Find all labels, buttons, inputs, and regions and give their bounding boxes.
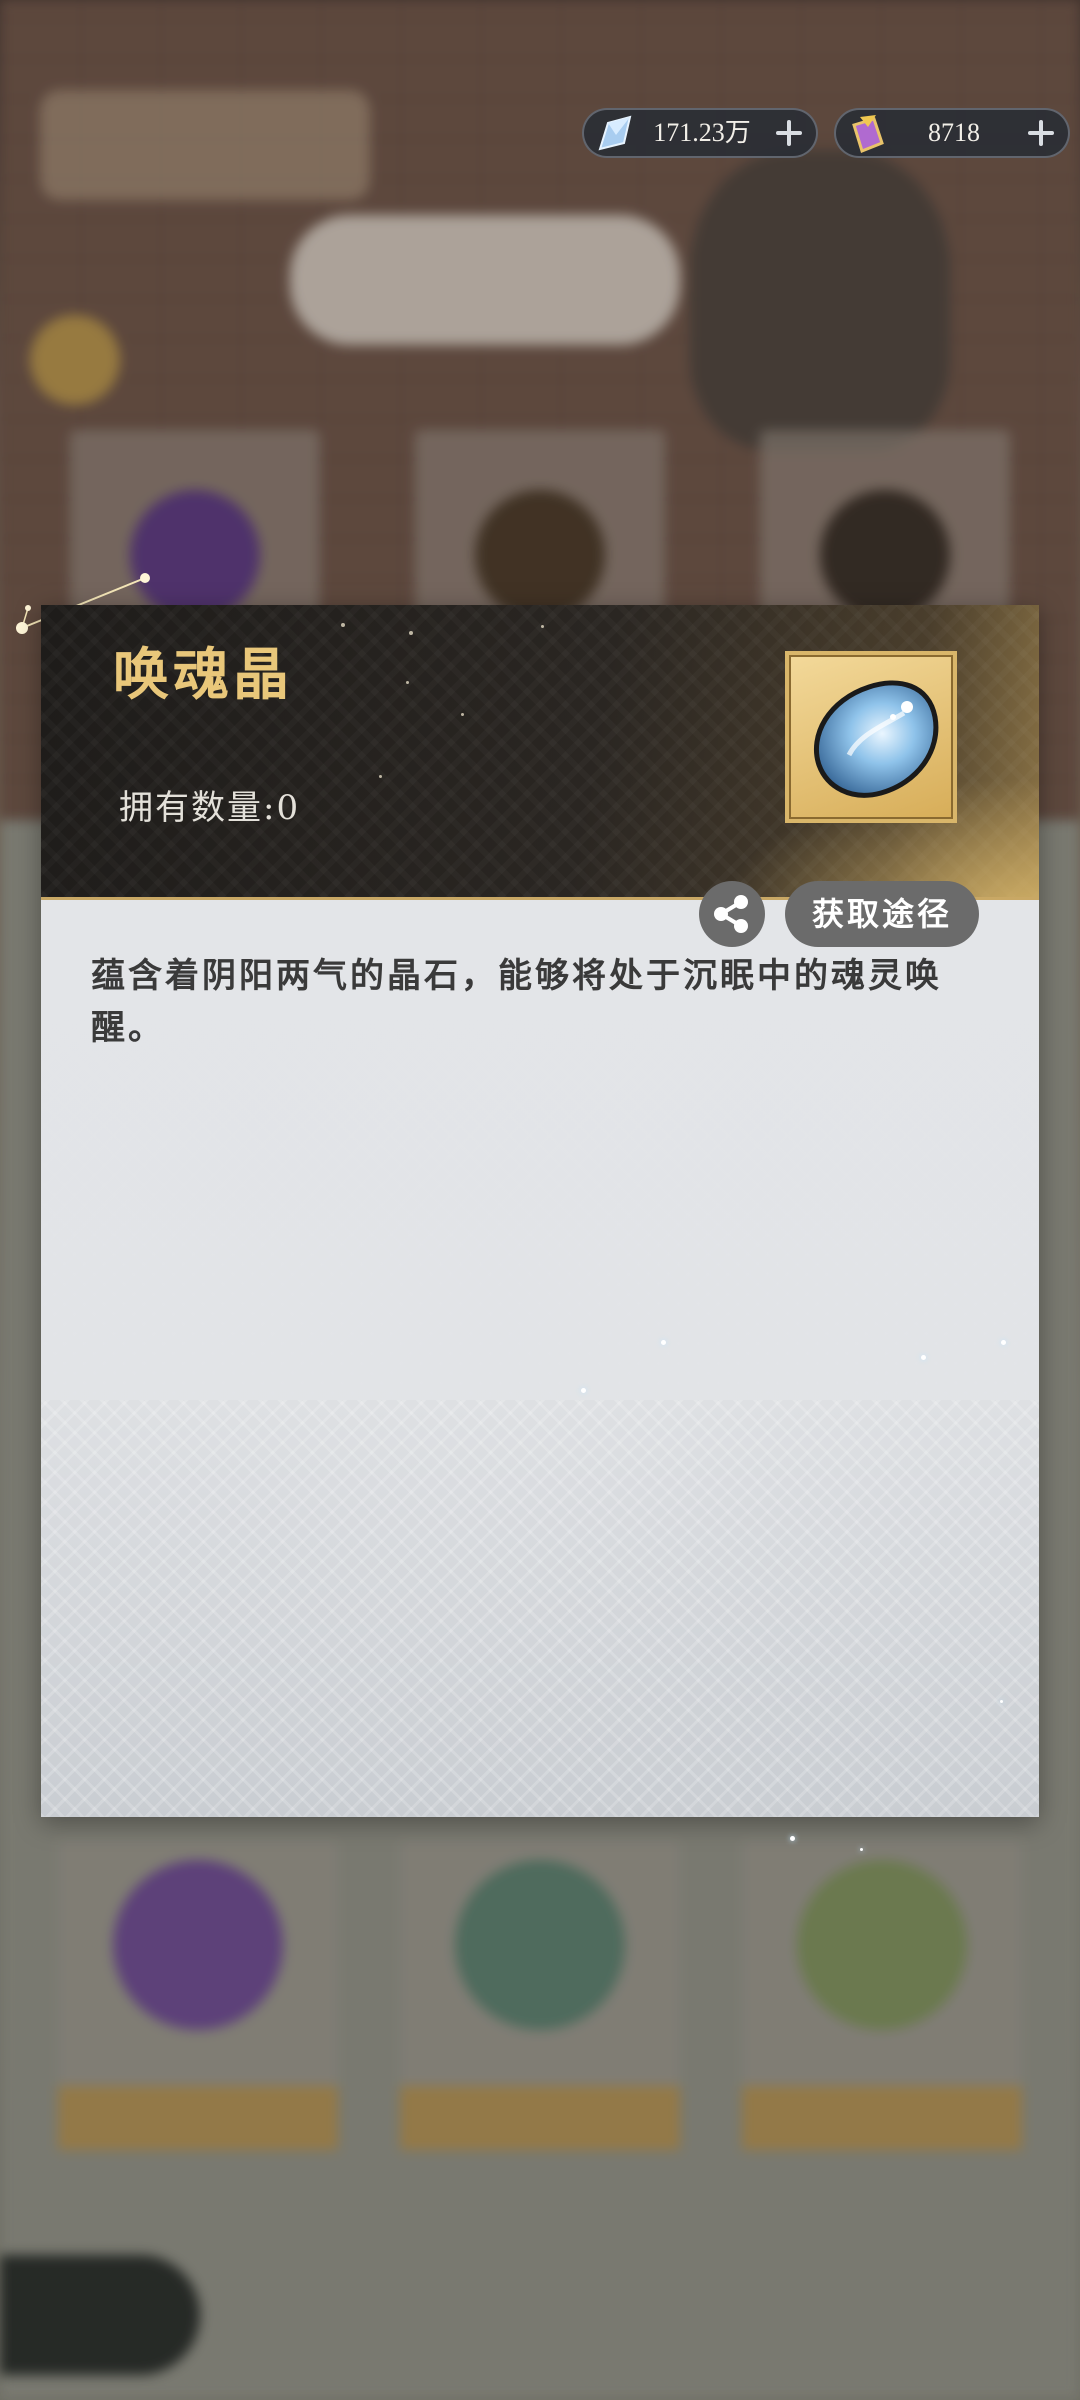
- owned-quantity: 拥有数量:0: [119, 788, 301, 828]
- jade-crystal-icon: [598, 115, 632, 151]
- jade-amount: 171.23万: [653, 118, 751, 147]
- gem-amount: 8718: [928, 118, 980, 147]
- add-jade-button[interactable]: [774, 118, 804, 148]
- sparkle-decoration: [790, 1836, 795, 1841]
- star-decoration: [406, 681, 409, 684]
- sparkle-decoration: [860, 1848, 863, 1851]
- item-info-panel: 唤魂晶 拥有数量:0 蕴含着阴阳两气的晶石，能够将处于沉眠中的魂灵唤醒。 获取途…: [41, 605, 1039, 1817]
- add-gem-button[interactable]: [1026, 118, 1056, 148]
- jade-currency-counter: 171.23万: [582, 108, 818, 158]
- share-button[interactable]: [699, 881, 765, 947]
- star-decoration: [409, 631, 413, 635]
- item-description: 蕴含着阴阳两气的晶石，能够将处于沉眠中的魂灵唤醒。: [91, 956, 942, 1048]
- star-decoration: [461, 713, 464, 716]
- soul-crystal-icon: [813, 680, 939, 798]
- gem-currency-counter: 8718: [834, 108, 1070, 158]
- item-panel-header: 唤魂晶 拥有数量:0: [41, 605, 1039, 900]
- sparkle-decoration: [921, 1355, 926, 1360]
- item-icon-frame: [785, 651, 957, 823]
- acquisition-source-button[interactable]: 获取途径: [785, 881, 979, 947]
- star-decoration: [341, 623, 345, 627]
- gold-gem-icon: [852, 115, 884, 153]
- star-decoration: [541, 625, 544, 628]
- sparkle-decoration: [661, 1340, 666, 1345]
- sparkle-decoration: [581, 1388, 586, 1393]
- item-panel-body: 蕴含着阴阳两气的晶石，能够将处于沉眠中的魂灵唤醒。: [41, 900, 1039, 1817]
- item-title: 唤魂晶: [113, 642, 293, 708]
- share-icon: [714, 895, 748, 933]
- star-decoration: [379, 775, 382, 778]
- sparkle-decoration: [1001, 1340, 1006, 1345]
- sparkle-decoration: [1000, 1700, 1003, 1703]
